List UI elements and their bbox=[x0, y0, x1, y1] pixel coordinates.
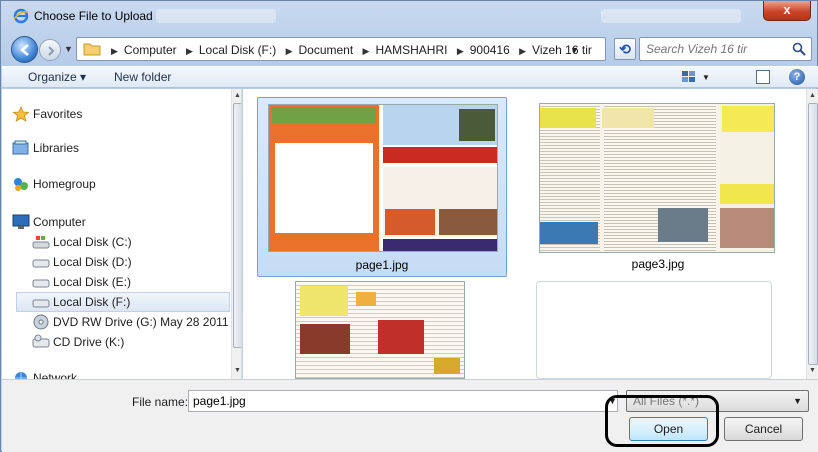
view-options-dropdown-icon[interactable]: ▼ bbox=[702, 73, 710, 82]
file-name-label: File name: bbox=[132, 395, 189, 409]
nav-label: Computer bbox=[33, 215, 86, 229]
nav-favorites[interactable]: Favorites bbox=[12, 105, 212, 125]
hard-drive-icon bbox=[32, 294, 50, 310]
hard-drive-icon bbox=[32, 254, 50, 270]
file-name-label: page1.jpg bbox=[355, 258, 409, 272]
breadcrumb-item[interactable]: Document bbox=[298, 43, 353, 57]
forward-button[interactable] bbox=[39, 39, 61, 61]
search-input[interactable] bbox=[646, 41, 786, 57]
breadcrumb-item[interactable]: Computer bbox=[124, 43, 177, 57]
nav-libraries[interactable]: Libraries bbox=[12, 139, 212, 159]
new-folder-button[interactable]: New folder bbox=[114, 70, 171, 84]
file-tile-page3[interactable]: page3.jpg bbox=[533, 97, 783, 277]
nav-label: Network bbox=[33, 371, 78, 379]
scroll-down-icon[interactable]: ▼ bbox=[809, 367, 816, 374]
toolbar: Organize ▾ New folder ▼ ? bbox=[2, 66, 818, 88]
scroll-down-icon[interactable]: ▼ bbox=[234, 367, 241, 374]
back-button[interactable] bbox=[11, 36, 38, 63]
search-icon[interactable] bbox=[792, 42, 806, 59]
address-dropdown-icon[interactable]: ▼ bbox=[570, 45, 579, 55]
scroll-up-icon[interactable]: ▲ bbox=[809, 92, 816, 99]
navigation-pane: Favorites Libraries Homegroup Computer L… bbox=[2, 89, 242, 379]
nav-label: Local Disk (F:) bbox=[53, 295, 131, 309]
breadcrumb-item[interactable]: Vizeh 16 tir bbox=[532, 43, 592, 57]
chevron-right-icon: ▶ bbox=[362, 46, 370, 56]
nav-label: Local Disk (D:) bbox=[53, 255, 132, 269]
nav-label: CD Drive (K:) bbox=[53, 335, 125, 349]
breadcrumb-item[interactable]: 900416 bbox=[470, 43, 510, 57]
file-thumbnail bbox=[539, 103, 775, 253]
nav-homegroup[interactable]: Homegroup bbox=[12, 175, 212, 195]
nav-drive-e[interactable]: Local Disk (E:) bbox=[32, 273, 212, 293]
scrollbar-thumb[interactable] bbox=[808, 103, 818, 365]
blurred-title-area bbox=[601, 9, 741, 23]
chevron-down-icon: ▼ bbox=[793, 396, 802, 406]
nav-label: DVD RW Drive (G:) May 28 2011 bbox=[53, 315, 229, 329]
file-list: page1.jpg page3.jpg ▲ ▼ bbox=[243, 89, 818, 379]
file-name-combobox[interactable] bbox=[188, 390, 618, 412]
hard-drive-icon bbox=[32, 274, 50, 290]
search-box[interactable] bbox=[639, 37, 812, 61]
refresh-icon: ⟲ bbox=[619, 41, 631, 57]
network-icon bbox=[12, 370, 30, 379]
nav-network[interactable]: Network bbox=[12, 369, 212, 379]
chevron-right-icon: ▶ bbox=[111, 46, 118, 56]
chevron-right-icon: ▶ bbox=[285, 46, 293, 56]
nav-drive-k[interactable]: CD Drive (K:) bbox=[32, 333, 212, 353]
file-tile[interactable] bbox=[257, 281, 507, 379]
file-thumbnail bbox=[268, 104, 498, 252]
blurred-title-area bbox=[156, 9, 276, 23]
nav-label: Libraries bbox=[33, 141, 80, 155]
annotation-highlight-ring bbox=[605, 395, 719, 447]
homegroup-icon bbox=[12, 176, 30, 192]
internet-explorer-icon bbox=[13, 8, 29, 24]
computer-icon bbox=[12, 214, 30, 230]
file-name-label: page3.jpg bbox=[631, 257, 685, 271]
file-thumbnail bbox=[295, 281, 465, 379]
change-view-icon[interactable] bbox=[682, 71, 696, 83]
arrow-left-icon bbox=[19, 44, 29, 56]
library-icon bbox=[12, 140, 30, 156]
file-name-input[interactable] bbox=[193, 394, 593, 408]
file-list-scrollbar[interactable]: ▲ ▼ bbox=[806, 89, 818, 379]
nav-computer[interactable]: Computer bbox=[12, 213, 212, 233]
navpane-scrollbar[interactable]: ▲ ▼ bbox=[231, 89, 241, 379]
chevron-right-icon: ▶ bbox=[185, 46, 193, 56]
arrow-right-icon bbox=[48, 46, 55, 56]
breadcrumb-item[interactable]: Local Disk (F:) bbox=[199, 43, 276, 57]
nav-drive-f[interactable]: Local Disk (F:) bbox=[16, 292, 230, 312]
title-bar: Choose File to Upload x bbox=[1, 1, 817, 31]
nav-label: Local Disk (C:) bbox=[53, 235, 132, 249]
file-tile[interactable] bbox=[536, 281, 772, 379]
nav-drive-g[interactable]: DVD RW Drive (G:) May 28 2011 bbox=[32, 313, 229, 333]
refresh-button[interactable]: ⟲ bbox=[614, 38, 636, 60]
windows-drive-icon bbox=[32, 234, 50, 250]
file-tile-page1[interactable]: page1.jpg bbox=[257, 97, 507, 277]
nav-drive-d[interactable]: Local Disk (D:) bbox=[32, 253, 212, 273]
help-icon[interactable]: ? bbox=[789, 69, 805, 85]
breadcrumb: ▶ Computer ▶ Local Disk (F:) ▶ Document ▶ HA… bbox=[105, 43, 592, 57]
scrollbar-thumb[interactable] bbox=[233, 103, 241, 348]
preview-pane-icon[interactable] bbox=[756, 70, 770, 84]
cd-drive-icon bbox=[32, 334, 50, 350]
close-button[interactable]: x bbox=[763, 1, 811, 21]
address-bar[interactable]: ▶ Computer ▶ Local Disk (F:) ▶ Document ▶ HA… bbox=[76, 37, 606, 61]
window-title: Choose File to Upload bbox=[34, 9, 153, 23]
organize-menu[interactable]: Organize ▾ bbox=[28, 70, 86, 84]
breadcrumb-item[interactable]: HAMSHAHRI bbox=[375, 43, 447, 57]
cancel-button[interactable]: Cancel bbox=[724, 417, 803, 441]
chevron-right-icon: ▶ bbox=[519, 46, 527, 56]
folder-icon bbox=[83, 42, 101, 56]
nav-label: Local Disk (E:) bbox=[53, 275, 132, 289]
nav-label: Favorites bbox=[33, 107, 83, 121]
nav-drive-c[interactable]: Local Disk (C:) bbox=[32, 233, 212, 253]
chevron-right-icon: ▶ bbox=[456, 46, 464, 56]
recent-pages-dropdown-icon[interactable]: ▼ bbox=[64, 44, 73, 54]
file-upload-dialog: Choose File to Upload x ▼ ▶ Computer ▶ Loc… bbox=[0, 0, 818, 452]
nav-label: Homegroup bbox=[33, 177, 96, 191]
scroll-up-icon[interactable]: ▲ bbox=[234, 92, 241, 99]
star-icon bbox=[12, 106, 30, 122]
dvd-drive-icon bbox=[32, 314, 50, 330]
